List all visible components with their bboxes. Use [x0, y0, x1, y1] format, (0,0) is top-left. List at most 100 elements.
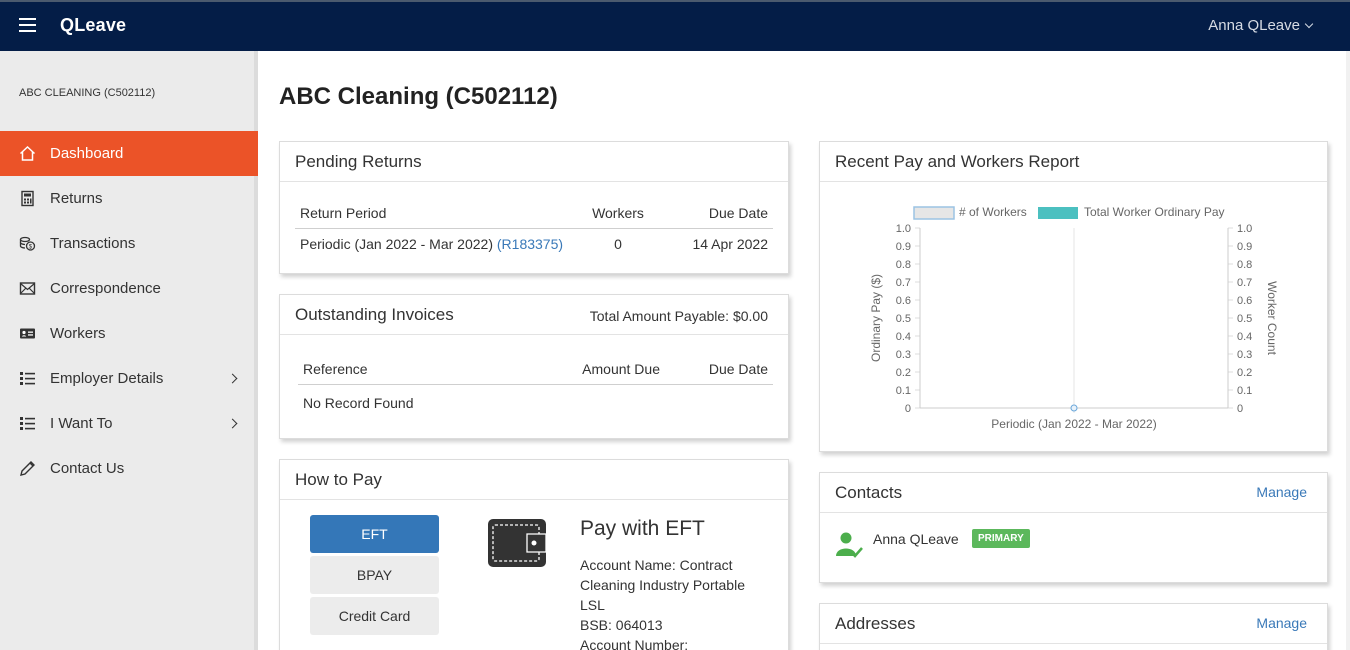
pay-workers-chart: # of Workers Total Worker Ordinary Pay 1.0…	[869, 205, 1279, 431]
tab-bpay[interactable]: BPAY	[310, 556, 439, 594]
column-header: Return Period	[295, 198, 573, 229]
sidebar-item-transactions[interactable]: $ Transactions	[0, 221, 258, 266]
point-ordinary-pay	[1070, 404, 1078, 412]
sidebar-item-label: Workers	[50, 325, 106, 342]
workers-cell: 0	[614, 236, 622, 253]
invoices-table: Reference Amount Due Due Date No Record …	[298, 354, 773, 422]
panel-title: How to Pay	[295, 470, 382, 489]
panel-header: Outstanding Invoices Total Amount Payabl…	[280, 295, 788, 335]
sidebar-item-label: Employer Details	[50, 370, 164, 387]
y2-tick-label: 0.7	[1237, 277, 1252, 289]
legend-label-workers: # of Workers	[959, 205, 1027, 219]
manage-addresses-link[interactable]: Manage	[1256, 615, 1307, 631]
table-header-row: Return Period Workers Due Date	[295, 198, 773, 229]
bsb: BSB: 064013	[580, 617, 663, 633]
sidebar-item-correspondence[interactable]: Correspondence	[0, 266, 258, 311]
return-reference-link[interactable]: (R183375)	[497, 236, 563, 252]
page-scrollbar[interactable]	[1346, 51, 1350, 650]
sidebar-item-employer-details[interactable]: Employer Details	[0, 356, 258, 401]
x-tick-label: Periodic (Jan 2022 - Mar 2022)	[991, 417, 1156, 431]
home-icon	[19, 145, 36, 161]
y-tick-label: 0.5	[896, 313, 911, 325]
page-title: ABC Cleaning (C502112)	[279, 83, 558, 110]
chevron-down-icon	[1304, 19, 1314, 29]
brand-logo[interactable]: QLeave	[60, 15, 126, 36]
pending-returns-table: Return Period Workers Due Date Periodic …	[295, 198, 773, 260]
y-tick-label: 0.7	[896, 277, 911, 289]
y-tick-label: 0.9	[896, 241, 911, 253]
y2-tick-label: 0.4	[1237, 331, 1252, 343]
y-tick-label: 0.6	[896, 295, 911, 307]
tab-credit-card[interactable]: Credit Card	[310, 597, 439, 635]
y-tick-label: 0.1	[896, 385, 911, 397]
table-row: Periodic (Jan 2022 - Mar 2022) (R183375)…	[295, 228, 773, 260]
y2-tick-label: 0.5	[1237, 313, 1252, 325]
menu-icon[interactable]	[19, 18, 36, 32]
y-tick-label: 0.8	[896, 259, 911, 271]
user-check-icon	[836, 532, 863, 558]
sidebar-item-workers[interactable]: Workers	[0, 311, 258, 356]
pay-method-heading: Pay with EFT	[580, 517, 705, 540]
contact-name[interactable]: Anna QLeave	[873, 531, 959, 547]
user-menu[interactable]: Anna QLeave	[1208, 17, 1314, 34]
y-tick-label: 0.2	[896, 367, 911, 379]
due-date-cell: 14 Apr 2022	[692, 236, 768, 253]
y-axis-title: Ordinary Pay ($)	[869, 274, 883, 362]
sidebar-item-returns[interactable]: Returns	[0, 176, 258, 221]
primary-badge: PRIMARY	[972, 529, 1030, 548]
table-header-row: Reference Amount Due Due Date	[298, 354, 773, 385]
panel-header: Addresses Manage	[820, 604, 1327, 644]
sidebar-item-contact-us[interactable]: Contact Us	[0, 446, 258, 491]
coins-icon: $	[19, 236, 36, 251]
column-header: Workers	[573, 198, 663, 229]
y2-tick-label: 0	[1237, 403, 1243, 415]
sidebar-item-label: Dashboard	[50, 145, 124, 162]
column-header: Reference	[298, 354, 545, 385]
user-name: Anna QLeave	[1208, 17, 1300, 34]
sidebar-item-label: Transactions	[50, 235, 136, 252]
contacts-panel: Contacts Manage Anna QLeave PRIMARY	[819, 472, 1328, 583]
sidebar-nav: Dashboard Returns $ Transactions Corresp…	[0, 131, 258, 491]
sidebar-item-dashboard[interactable]: Dashboard	[0, 131, 258, 176]
y2-tick-label: 0.6	[1237, 295, 1252, 307]
sidebar-item-i-want-to[interactable]: I Want To	[0, 401, 258, 446]
panel-header: Recent Pay and Workers Report	[820, 142, 1327, 182]
panel-title: Addresses	[835, 614, 916, 633]
panel-title: Pending Returns	[295, 152, 422, 171]
legend-swatch-workers	[913, 206, 955, 220]
total-amount-payable: Total Amount Payable: $0.00	[589, 308, 768, 324]
y2-tick-label: 0.2	[1237, 367, 1252, 379]
panel-header: How to Pay	[280, 460, 788, 500]
addresses-panel: Addresses Manage	[819, 603, 1328, 650]
y2-tick-label: 0.1	[1237, 385, 1252, 397]
y-tick-label: 1.0	[896, 223, 911, 235]
outstanding-invoices-panel: Outstanding Invoices Total Amount Payabl…	[279, 294, 789, 439]
y2-tick-label: 0.9	[1237, 241, 1252, 253]
y2-tick-label: 0.8	[1237, 259, 1252, 271]
return-period-cell: Periodic (Jan 2022 - Mar 2022) (R183375)	[295, 228, 573, 260]
y2-axis-title: Worker Count	[1265, 281, 1279, 355]
sidebar-item-label: Contact Us	[50, 460, 125, 477]
y-tick-label: 0.3	[896, 349, 911, 361]
y-tick-label: 0	[905, 403, 911, 415]
column-header: Amount Due	[545, 354, 665, 385]
sidebar-org-name: ABC CLEANING (C502112)	[19, 87, 156, 99]
y-tick-label: 0.4	[896, 331, 911, 343]
y2-tick-label: 0.3	[1237, 349, 1252, 361]
manage-contacts-link[interactable]: Manage	[1256, 484, 1307, 500]
list-icon	[20, 417, 35, 430]
legend-label-ordinary-pay: Total Worker Ordinary Pay	[1084, 205, 1225, 219]
sidebar-item-label: Returns	[50, 190, 103, 207]
account-name: Account Name: Contract Cleaning Industry…	[580, 557, 745, 613]
account-number: Account Number:	[580, 637, 689, 650]
wallet-icon	[488, 519, 547, 567]
table-row: No Record Found	[298, 384, 773, 422]
pencil-icon	[20, 461, 35, 476]
calculator-icon	[21, 190, 34, 207]
panel-title: Recent Pay and Workers Report	[835, 152, 1080, 171]
sidebar: ABC CLEANING (C502112) Dashboard Returns…	[0, 51, 258, 650]
panel-header: Contacts Manage	[820, 473, 1327, 513]
eft-details: Account Name: Contract Cleaning Industry…	[580, 555, 750, 650]
tab-eft[interactable]: EFT	[310, 515, 439, 553]
return-period: Periodic (Jan 2022 - Mar 2022)	[300, 236, 493, 253]
